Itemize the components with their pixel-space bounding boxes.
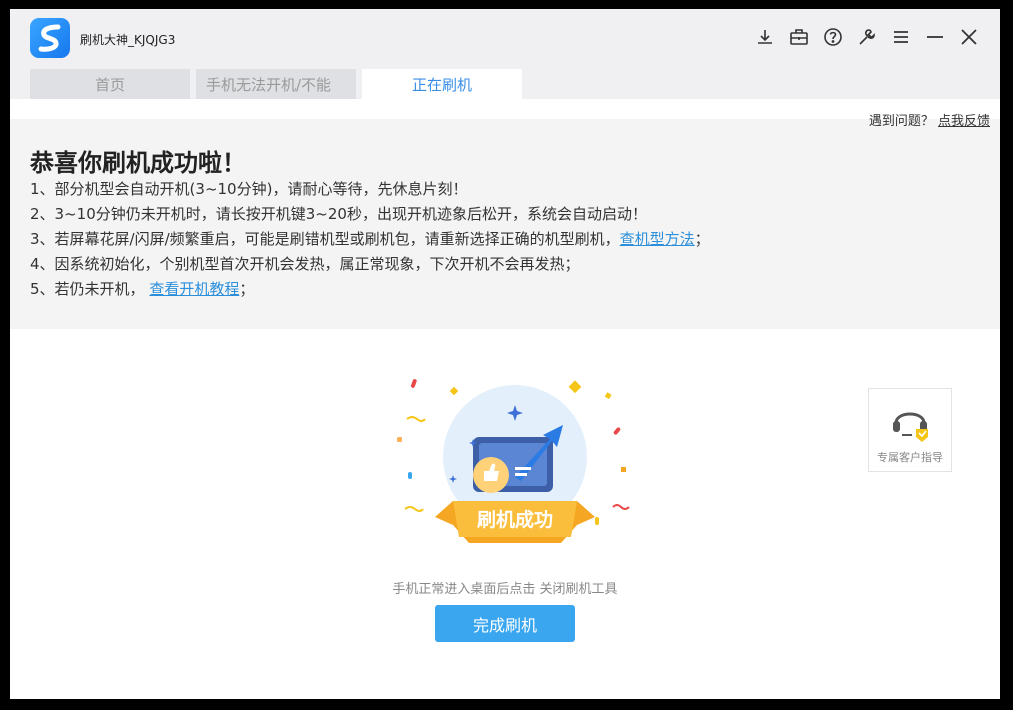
feedback-area: 遇到问题？ 点我反馈	[869, 110, 990, 129]
tab-flashing[interactable]: 正在刷机	[362, 69, 522, 99]
check-model-method-link[interactable]: 查机型方法	[620, 230, 695, 248]
tip-item: 3、若屏幕花屏/闪屏/频繁重启，可能是刷错机型或刷机包，请重新选择正确的机型刷机…	[30, 227, 710, 252]
feedback-question: 遇到问题？	[868, 114, 934, 129]
tip-text: 3、若屏幕花屏/闪屏/频繁重启，可能是刷错机型或刷机包，请重新选择正确的机型刷机…	[30, 230, 620, 248]
tip-item: 2、3~10分钟仍未开机时，请长按开机键3~20秒，出现开机迹象后松开，系统会自…	[30, 202, 710, 227]
success-headline: 恭喜你刷机成功啦！	[30, 149, 246, 177]
tip-text: 5、若仍未开机，	[30, 280, 145, 298]
service-label: 专属客户指导	[877, 451, 943, 464]
menu-icon[interactable]	[889, 25, 912, 48]
tip-text: 4、因系统初始化，个别机型首次开机会发热，属正常现象，下次开机不会再发热；	[30, 255, 580, 273]
tab-bar: 首页 手机无法开机/不能 正在刷机	[30, 69, 528, 99]
customer-service-button[interactable]: 专属客户指导	[868, 388, 952, 472]
minimize-icon[interactable]	[923, 25, 946, 48]
tip-suffix: ；	[239, 280, 255, 298]
finish-flash-button[interactable]: 完成刷机	[435, 605, 575, 642]
window-controls	[753, 25, 980, 48]
tip-text: 1、部分机型会自动开机(3~10分钟)，请耐心等待，先休息片刻！	[30, 180, 468, 198]
boot-tutorial-link[interactable]: 查看开机教程	[149, 280, 239, 298]
tip-suffix: ；	[694, 230, 710, 248]
feedback-link[interactable]: 点我反馈	[938, 114, 990, 129]
tip-item: 5、若仍未开机， 查看开机教程；	[30, 277, 710, 302]
headset-icon	[893, 412, 928, 442]
close-icon[interactable]	[957, 25, 980, 48]
tips-list: 1、部分机型会自动开机(3~10分钟)，请耐心等待，先休息片刻！ 2、3~10分…	[30, 177, 710, 302]
success-illustration: 刷机成功	[385, 367, 635, 557]
help-icon[interactable]	[821, 25, 844, 48]
tip-text: 2、3~10分钟仍未开机时，请长按开机键3~20秒，出现开机迹象后松开，系统会自…	[30, 205, 647, 223]
toolbox-icon[interactable]	[787, 25, 810, 48]
download-icon[interactable]	[753, 25, 776, 48]
tab-cannot-boot[interactable]: 手机无法开机/不能	[196, 69, 356, 99]
tip-item: 4、因系统初始化，个别机型首次开机会发热，属正常现象，下次开机不会再发热；	[30, 252, 710, 277]
tab-home[interactable]: 首页	[30, 69, 190, 99]
app-window: 刷机大神_KJQJG3 首页 手机无法开机/不能 正在刷机 遇到问题？ 点我反馈…	[10, 9, 1000, 699]
app-title: 刷机大神_KJQJG3	[80, 33, 176, 47]
banner-text: 刷机成功	[477, 508, 553, 531]
hint-text: 手机正常进入桌面后点击 关闭刷机工具	[392, 582, 618, 597]
title-bar: 刷机大神_KJQJG3 首页 手机无法开机/不能 正在刷机	[10, 9, 1000, 99]
tip-item: 1、部分机型会自动开机(3~10分钟)，请耐心等待，先休息片刻！	[30, 177, 710, 202]
wrench-icon[interactable]	[855, 25, 878, 48]
app-logo-icon	[30, 18, 70, 58]
